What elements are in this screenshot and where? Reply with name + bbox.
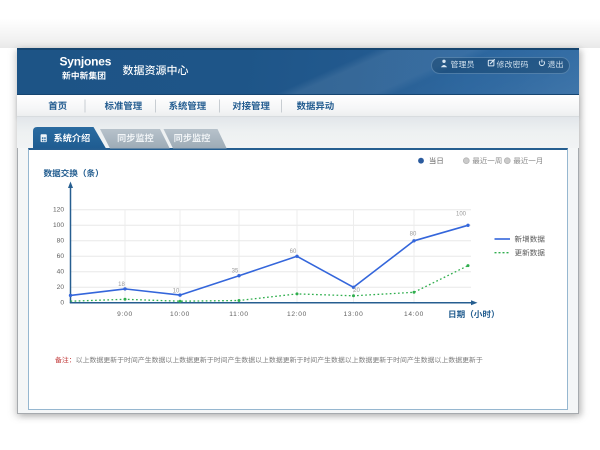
svg-text:13:00: 13:00: [343, 311, 363, 318]
svg-text:60: 60: [57, 253, 65, 260]
svg-text:12:00: 12:00: [287, 311, 307, 318]
svg-text:20: 20: [57, 284, 65, 291]
svg-text:Synjones: Synjones: [60, 55, 112, 69]
svg-text:80: 80: [57, 238, 65, 245]
svg-text:20: 20: [353, 288, 360, 294]
svg-text:11:00: 11:00: [229, 311, 249, 318]
svg-text:10: 10: [173, 289, 180, 295]
svg-text:80: 80: [410, 232, 417, 238]
svg-text:10:00: 10:00: [170, 311, 190, 318]
svg-text:120: 120: [53, 207, 64, 214]
svg-text:100: 100: [53, 222, 64, 229]
svg-text:35: 35: [232, 269, 239, 275]
svg-text:100: 100: [456, 212, 467, 218]
svg-text:60: 60: [290, 249, 297, 255]
svg-text:0: 0: [60, 300, 64, 307]
svg-text:9:00: 9:00: [117, 311, 133, 318]
svg-text:40: 40: [57, 269, 65, 276]
svg-text:18: 18: [118, 282, 125, 288]
svg-text:14:00: 14:00: [404, 311, 424, 318]
